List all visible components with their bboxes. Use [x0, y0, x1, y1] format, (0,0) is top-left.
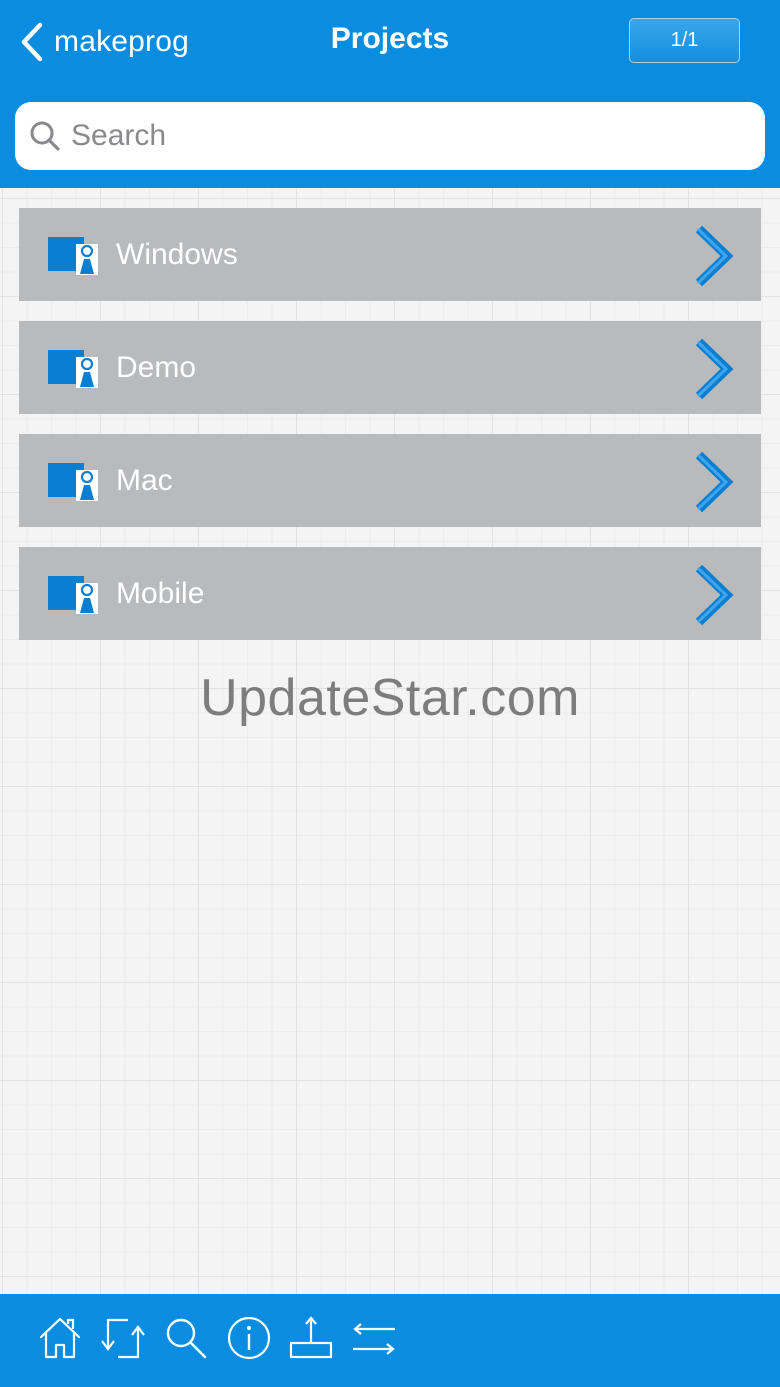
- upload-icon: [288, 1315, 334, 1366]
- chevron-right-icon: [691, 337, 737, 406]
- info-button[interactable]: [225, 1316, 273, 1364]
- project-icon: [47, 349, 99, 394]
- home-icon: [37, 1315, 83, 1366]
- back-label: makeprog: [54, 25, 190, 58]
- refresh-button[interactable]: [99, 1316, 147, 1364]
- chevron-left-icon: [20, 22, 44, 62]
- search-input[interactable]: [71, 119, 721, 153]
- list-item-mac[interactable]: Mac: [19, 434, 761, 527]
- bottom-toolbar: [0, 1294, 780, 1387]
- project-icon: [47, 462, 99, 507]
- list-item-label: Demo: [116, 351, 197, 384]
- back-button[interactable]: makeprog: [20, 18, 189, 66]
- list-item-label: Mobile: [116, 577, 205, 610]
- upload-button[interactable]: [287, 1315, 335, 1366]
- list-item-mobile[interactable]: Mobile: [19, 547, 761, 640]
- list-item-demo[interactable]: Demo: [19, 321, 761, 414]
- search-icon: [29, 120, 61, 152]
- chevron-right-icon: [691, 450, 737, 519]
- chevron-right-icon: [691, 224, 737, 293]
- search-icon: [163, 1315, 209, 1366]
- search-tool-button[interactable]: [162, 1316, 210, 1364]
- header-bar: makeprog Projects 1/1: [0, 0, 780, 188]
- project-icon: [47, 575, 99, 620]
- list-item-windows[interactable]: Windows: [19, 208, 761, 301]
- swap-icon: [351, 1315, 397, 1366]
- project-list: Windows Demo Mac Mobile: [19, 208, 761, 660]
- swap-button[interactable]: [350, 1316, 398, 1364]
- search-bar[interactable]: [15, 102, 765, 170]
- chevron-right-icon: [691, 563, 737, 632]
- list-item-label: Windows: [116, 238, 238, 271]
- refresh-icon: [100, 1315, 146, 1366]
- page-indicator-button[interactable]: 1/1: [629, 18, 740, 63]
- info-icon: [226, 1315, 272, 1366]
- home-button[interactable]: [36, 1316, 84, 1364]
- list-item-label: Mac: [116, 464, 173, 497]
- project-icon: [47, 236, 99, 281]
- watermark-text: UpdateStar.com: [200, 669, 580, 727]
